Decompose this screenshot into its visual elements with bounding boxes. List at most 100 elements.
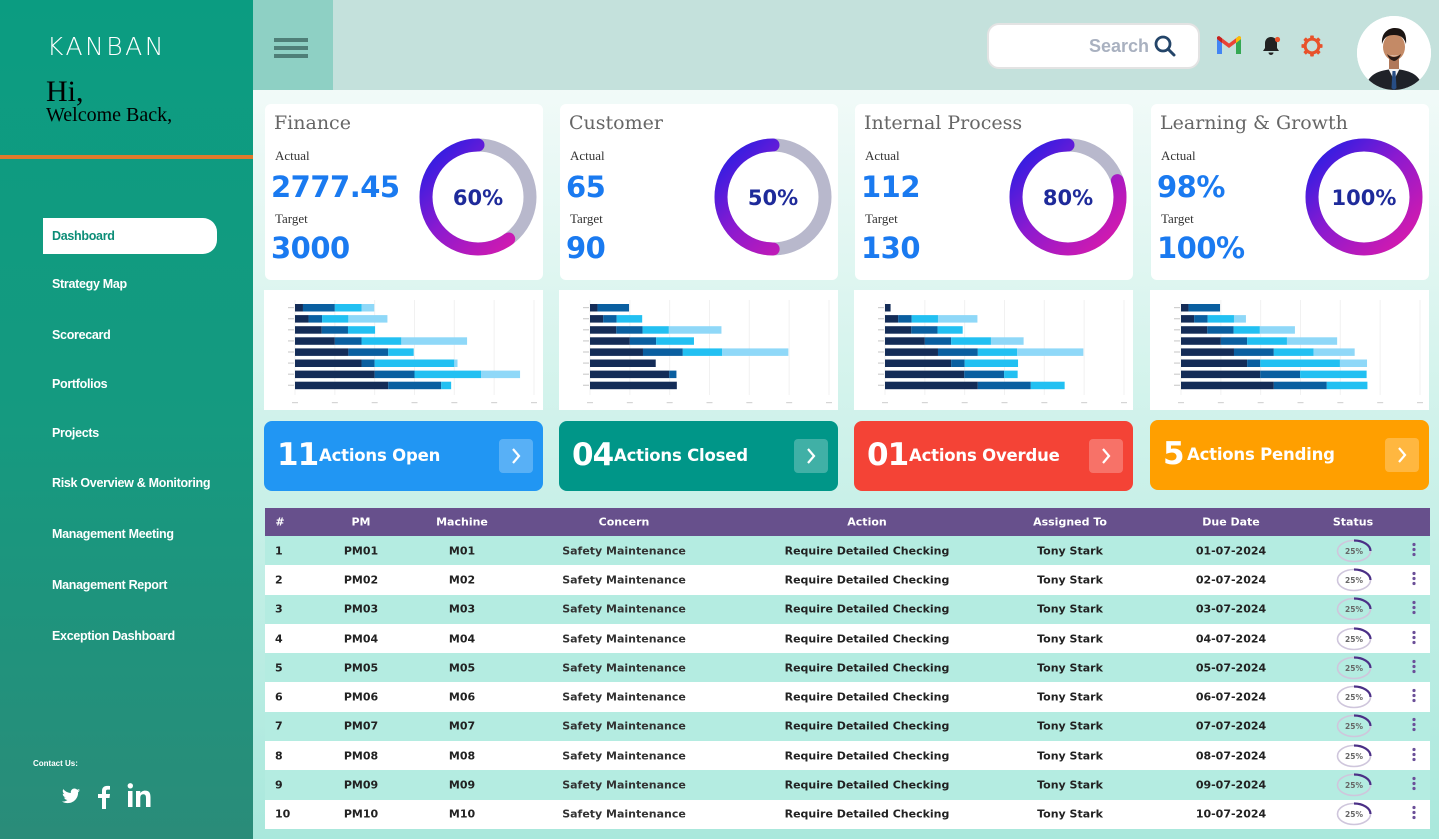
more-options-icon[interactable]: [1412, 571, 1416, 588]
column-header-assigned-to[interactable]: Assigned To: [1033, 516, 1107, 529]
more-options-icon[interactable]: [1412, 601, 1416, 618]
bar-segment: [1233, 326, 1260, 334]
more-options-icon[interactable]: [1412, 806, 1416, 823]
column-header-due-date[interactable]: Due Date: [1202, 516, 1260, 529]
sidebar-item-management-report[interactable]: Management Report: [43, 567, 217, 603]
bar-segment: [1207, 326, 1234, 334]
action-label: Actions Pending: [1187, 445, 1335, 464]
action-label: Actions Open: [319, 446, 441, 465]
search-input[interactable]: [999, 33, 1149, 59]
bar-segment: [1030, 381, 1065, 390]
donut-percent-label: 60%: [453, 186, 503, 210]
linkedin-icon[interactable]: [127, 782, 153, 813]
y-tick-label: [583, 362, 589, 364]
column-header-machine[interactable]: Machine: [436, 516, 488, 529]
table-row[interactable]: 4 PM04 M04 Safety Maintenance Require De…: [265, 623, 1430, 654]
x-tick-label: [1001, 402, 1008, 404]
sidebar-item-projects[interactable]: Projects: [43, 415, 217, 451]
row-assigned-to: Tony Stark: [1037, 778, 1103, 792]
gear-icon[interactable]: [1301, 35, 1323, 62]
y-tick-label: [1174, 362, 1180, 364]
kpi-target-label: Target: [570, 211, 603, 226]
table-row[interactable]: 1 PM01 M01 Safety Maintenance Require De…: [265, 536, 1430, 566]
bar-segment: [321, 326, 348, 334]
sidebar-item-risk-overview[interactable]: Risk Overview & Monitoring: [43, 465, 217, 501]
y-tick-label: [288, 362, 294, 364]
kpi-donut: 50%: [714, 138, 832, 256]
more-options-icon[interactable]: [1412, 542, 1416, 559]
column-header-number[interactable]: #: [275, 516, 284, 529]
row-concern: Safety Maintenance: [562, 690, 686, 704]
table-row[interactable]: 8 PM08 M08 Safety Maintenance Require De…: [265, 741, 1430, 771]
actions-closed-card[interactable]: 04 Actions Closed: [559, 421, 838, 491]
sidebar-item-strategy-map[interactable]: Strategy Map: [43, 266, 217, 302]
more-options-icon[interactable]: [1412, 630, 1416, 647]
row-due-date: 06-07-2024: [1195, 690, 1267, 704]
row-concern: Safety Maintenance: [562, 807, 686, 821]
twitter-icon[interactable]: [62, 788, 80, 809]
row-action: Require Detailed Checking: [784, 807, 950, 821]
chevron-right-icon[interactable]: [1385, 438, 1419, 472]
x-tick-label: [531, 402, 537, 404]
row-action: Require Detailed Checking: [784, 719, 950, 733]
table-row[interactable]: 3 PM03 M03 Safety Maintenance Require De…: [265, 594, 1430, 624]
bar-segment: [302, 304, 335, 312]
menu-toggle-button[interactable]: [253, 0, 333, 90]
bar-segment: [1313, 348, 1355, 356]
more-options-icon[interactable]: [1412, 689, 1416, 706]
gmail-icon[interactable]: [1217, 36, 1241, 59]
y-tick-label: [1174, 373, 1180, 375]
bar-segment: [1233, 315, 1246, 323]
sidebar-item-scorecard[interactable]: Scorecard: [43, 317, 217, 353]
row-due-date: 05-07-2024: [1195, 661, 1267, 675]
facebook-icon[interactable]: [98, 785, 110, 814]
user-avatar[interactable]: [1357, 16, 1431, 90]
column-header-action[interactable]: Action: [847, 516, 886, 529]
bar-segment: [590, 381, 677, 390]
row-concern: Safety Maintenance: [562, 661, 686, 675]
bar-segment: [1273, 348, 1314, 356]
actions-open-card[interactable]: 11 Actions Open: [264, 421, 543, 491]
bar-segment: [1181, 326, 1208, 334]
y-tick-label: [1174, 307, 1180, 309]
table-row[interactable]: 7 PM07 M07 Safety Maintenance Require De…: [265, 711, 1430, 742]
table-row[interactable]: 10 PM10 M10 Safety Maintenance Require D…: [265, 799, 1430, 829]
sidebar-item-management-meeting[interactable]: Management Meeting: [43, 516, 217, 552]
bar-segment: [295, 370, 375, 379]
column-header-pm[interactable]: PM: [351, 516, 370, 529]
more-options-icon[interactable]: [1412, 659, 1416, 676]
table-row[interactable]: 2 PM02 M02 Safety Maintenance Require De…: [265, 565, 1430, 595]
bar-chart-learning-growth: [1150, 290, 1429, 410]
search-icon[interactable]: [1153, 34, 1177, 63]
x-tick-label: [1041, 402, 1048, 404]
column-header-status[interactable]: Status: [1333, 516, 1373, 529]
x-tick-label: [921, 402, 928, 404]
table-row[interactable]: 6 PM06 M06 Safety Maintenance Require De…: [265, 682, 1430, 712]
bell-icon[interactable]: [1261, 35, 1283, 62]
chevron-right-icon[interactable]: [499, 439, 533, 473]
sidebar-item-dashboard[interactable]: Dashboard: [43, 218, 217, 254]
table-row[interactable]: 5 PM05 M05 Safety Maintenance Require De…: [265, 653, 1430, 683]
kpi-donut: 60%: [419, 138, 537, 256]
sidebar-item-exception-dashboard[interactable]: Exception Dashboard: [43, 618, 217, 654]
row-machine: M02: [448, 573, 476, 587]
row-action: Require Detailed Checking: [784, 544, 950, 558]
bar-segment: [590, 337, 630, 345]
column-header-concern[interactable]: Concern: [599, 516, 650, 529]
more-options-icon[interactable]: [1412, 718, 1416, 735]
actions-overdue-card[interactable]: 01 Actions Overdue: [854, 421, 1133, 491]
x-tick-label: [1417, 402, 1423, 404]
status-label: 25%: [1345, 810, 1363, 819]
chevron-right-icon[interactable]: [1089, 439, 1123, 473]
more-options-icon[interactable]: [1412, 747, 1416, 764]
row-machine: M04: [448, 632, 476, 646]
actions-pending-card[interactable]: 5 Actions Pending: [1150, 420, 1429, 490]
table-row[interactable]: 9 PM09 M09 Safety Maintenance Require De…: [265, 770, 1430, 800]
row-action: Require Detailed Checking: [784, 573, 950, 587]
more-options-icon[interactable]: [1412, 776, 1416, 794]
bar-segment: [1181, 315, 1195, 323]
chevron-right-icon[interactable]: [794, 439, 828, 473]
bar-segment: [964, 370, 1005, 379]
sidebar-item-portfolios[interactable]: Portfolios: [43, 366, 217, 402]
x-tick-label: [451, 402, 458, 404]
